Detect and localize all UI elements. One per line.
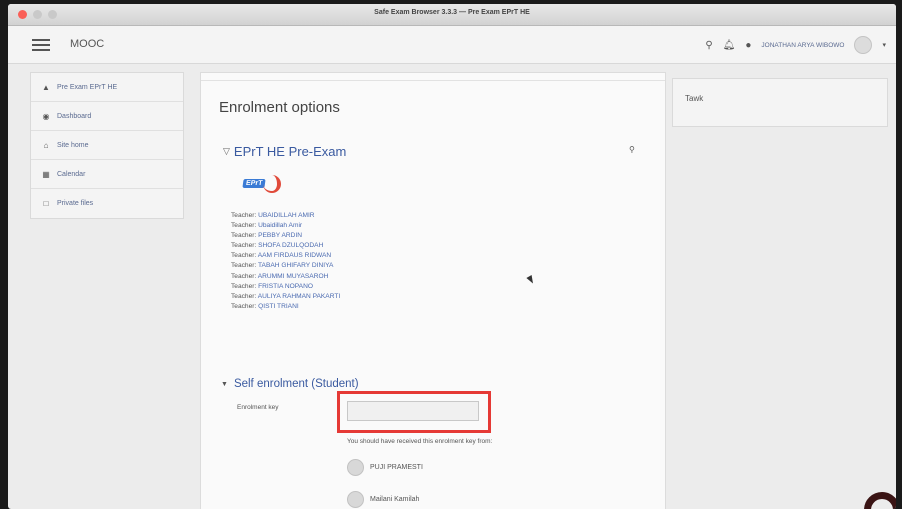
teacher-row: Teacher: UBAIDILLAH AMIR: [231, 212, 315, 219]
browser-screen: Safe Exam Browser 3.3.3 — Pre Exam EPrT …: [8, 4, 896, 509]
teacher-row: Teacher: TABAH GHIFARY DINIYA: [231, 262, 334, 270]
sidebar-item-label: Private files: [57, 200, 94, 207]
contact-item[interactable]: PUJI PRAMESTI: [347, 459, 423, 476]
enrolment-key-note: You should have received this enrolment …: [347, 438, 493, 445]
sidebar-nav: ▲ Pre Exam EPrT HE ◉ Dashboard ⌂ Site ho…: [30, 72, 184, 219]
home-icon: ⌂: [43, 140, 49, 150]
teacher-link[interactable]: TABAH GHIFARY DINIYA: [258, 262, 333, 269]
chevron-down-icon: ▼: [221, 380, 228, 388]
window-title: Safe Exam Browser 3.3.3 — Pre Exam EPrT …: [374, 9, 530, 16]
course-title-text: EPrT HE Pre-Exam: [233, 144, 347, 159]
dashboard-icon: ◉: [42, 111, 50, 121]
top-navbar: MOOC ⚲ 🔔︎ ● JONATHAN ARYA WIBOWO ▾: [8, 26, 896, 64]
contact-name: PUJI PRAMESTI: [370, 464, 423, 471]
teacher-row: Teacher: AULIYA RAHMAN PAKARTI: [231, 292, 341, 300]
contact-item[interactable]: Mailani Kamilah: [347, 491, 419, 508]
menu-toggle-button[interactable]: [32, 36, 50, 52]
window-titlebar: Safe Exam Browser 3.3.3 — Pre Exam EPrT …: [8, 4, 896, 26]
avatar: [347, 459, 364, 476]
teacher-link[interactable]: AULIYA RAHMAN PAKARTI: [258, 293, 340, 300]
teacher-link[interactable]: UBAIDILLAH AMIR: [258, 212, 314, 219]
sidebar-item-label: Calendar: [57, 170, 86, 178]
teacher-link[interactable]: QISTI TRIANI: [258, 303, 299, 310]
self-enrolment-toggle[interactable]: ▼ Self enrolment (Student): [221, 378, 359, 390]
user-name[interactable]: JONATHAN ARYA WIBOWO: [761, 42, 844, 49]
contact-name: Mailani Kamilah: [370, 496, 420, 503]
teacher-row: Teacher: SHOFA DZULQODAH: [231, 242, 324, 250]
sidebar-item-label: Pre Exam EPrT HE: [57, 83, 118, 91]
teacher-list: Teacher: UBAIDILLAH AMIR Teacher: Ubaidi…: [231, 211, 340, 312]
teacher-row: Teacher: Ubaidillah Amir: [231, 222, 303, 230]
graduation-cap-icon: ▲: [42, 82, 50, 92]
sidebar-item-private-files[interactable]: □ Private files: [31, 189, 183, 218]
file-icon: □: [43, 199, 49, 208]
user-nav: ⚲ 🔔︎ ● JONATHAN ARYA WIBOWO ▾: [705, 36, 886, 54]
messages-icon[interactable]: ●: [745, 40, 751, 51]
teacher-link[interactable]: ARUMMI MUYASAROH: [258, 273, 329, 280]
enrolment-key-input[interactable]: [347, 401, 479, 421]
main-content: Enrolment options ▽ EPrT HE Pre-Exam ⚲ E…: [200, 72, 666, 509]
teacher-row: Teacher: AAM FIRDAUS RIDWAN: [231, 252, 332, 260]
teacher-link[interactable]: PEBBY ARDIN: [258, 232, 302, 239]
graduation-cap-icon: ▽: [223, 146, 230, 156]
sidebar-item-course[interactable]: ▲ Pre Exam EPrT HE: [31, 73, 183, 102]
site-brand[interactable]: MOOC: [70, 38, 104, 50]
key-icon: ⚲: [629, 145, 635, 154]
notification-bell-icon[interactable]: 🔔︎: [723, 40, 736, 51]
calendar-icon: ▦: [42, 169, 50, 179]
teacher-row: Teacher: PEBBY ARDIN: [231, 232, 302, 240]
sidebar-item-label: Dashboard: [57, 112, 92, 120]
logo-swoosh: [263, 175, 281, 193]
teacher-link[interactable]: FRISTIA NOPANO: [258, 283, 313, 290]
hamburger-icon: [32, 39, 50, 41]
course-title[interactable]: ▽ EPrT HE Pre-Exam: [223, 144, 346, 159]
course-logo: EPrT: [237, 172, 283, 194]
search-icon[interactable]: ⚲: [705, 40, 712, 51]
teacher-row: Teacher: FRISTIA NOPANO: [231, 282, 313, 290]
user-avatar[interactable]: [854, 36, 873, 54]
teacher-row: Teacher: ARUMMI MUYASAROH: [231, 272, 329, 280]
chat-widget-icon[interactable]: [864, 492, 896, 509]
tawk-block: Tawk: [672, 78, 888, 127]
teacher-row: Teacher: QISTI TRIANI: [231, 302, 299, 310]
sidebar-item-dashboard[interactable]: ◉ Dashboard: [31, 102, 183, 131]
block-title: Tawk: [685, 94, 704, 103]
teacher-link[interactable]: AAM FIRDAUS RIDWAN: [258, 252, 331, 259]
avatar: [347, 491, 364, 508]
page-title: Enrolment options: [219, 99, 340, 116]
chevron-down-icon[interactable]: ▾: [882, 41, 886, 49]
teacher-link[interactable]: SHOFA DZULQODAH: [258, 242, 323, 249]
content-divider: [201, 73, 665, 81]
self-enrolment-title: Self enrolment (Student): [233, 378, 359, 390]
sidebar-item-label: Site home: [57, 141, 89, 149]
enrolment-key-label: Enrolment key: [237, 404, 279, 411]
sidebar-item-calendar[interactable]: ▦ Calendar: [31, 160, 183, 189]
teacher-link[interactable]: Ubaidillah Amir: [258, 222, 302, 229]
sidebar-item-site-home[interactable]: ⌂ Site home: [31, 131, 183, 160]
